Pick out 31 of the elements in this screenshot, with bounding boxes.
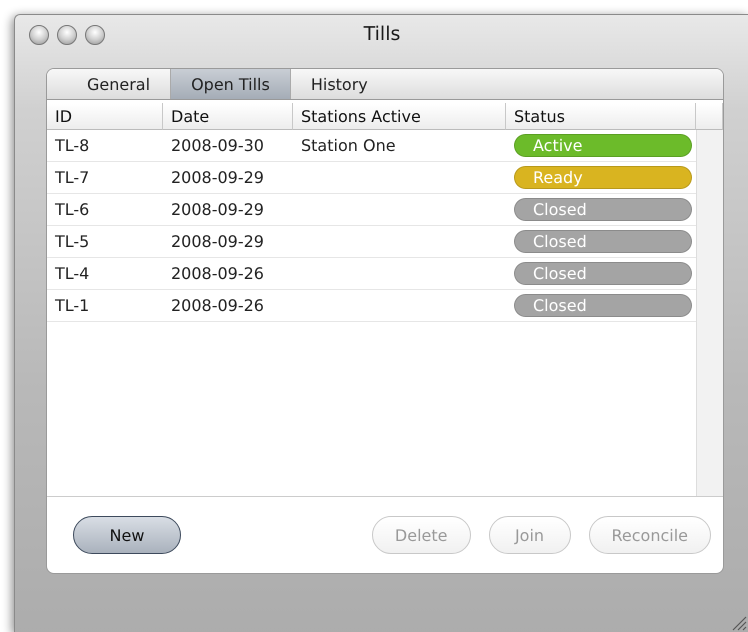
table-cell: 2008-09-29 [163,162,293,194]
action-button[interactable]: New [73,516,181,554]
status-badge: Closed [514,198,692,221]
table-cell: 2008-09-30 [163,130,293,162]
minimize-button[interactable] [57,25,77,45]
column-header [696,103,723,130]
table-cell: TL-4 [47,258,163,290]
table-cell: Station One [293,130,506,162]
table-cell: 2008-09-29 [163,194,293,226]
tab[interactable]: History [290,69,388,99]
close-button[interactable] [29,25,49,45]
table-cell: 2008-09-26 [163,290,293,322]
table-cell: TL-5 [47,226,163,258]
table-cell: TL-1 [47,290,163,322]
tab[interactable]: Open Tills [171,69,291,99]
table-cell: 2008-09-26 [163,258,293,290]
status-badge: Closed [514,262,692,285]
column-header[interactable]: Date [163,103,293,130]
column-header[interactable]: Stations Active [293,103,506,130]
status-badge: Active [514,134,692,157]
status-badge: Ready [514,166,692,189]
status-badge: Closed [514,230,692,253]
table-cell: TL-7 [47,162,163,194]
status-badge: Closed [514,294,692,317]
table-cell: 2008-09-29 [163,226,293,258]
zoom-button[interactable] [85,25,105,45]
table-cell: TL-8 [47,130,163,162]
column-header[interactable]: Status [506,103,696,130]
column-header[interactable]: ID [47,103,163,130]
window-title: Tills [364,23,400,45]
table-cell: TL-6 [47,194,163,226]
